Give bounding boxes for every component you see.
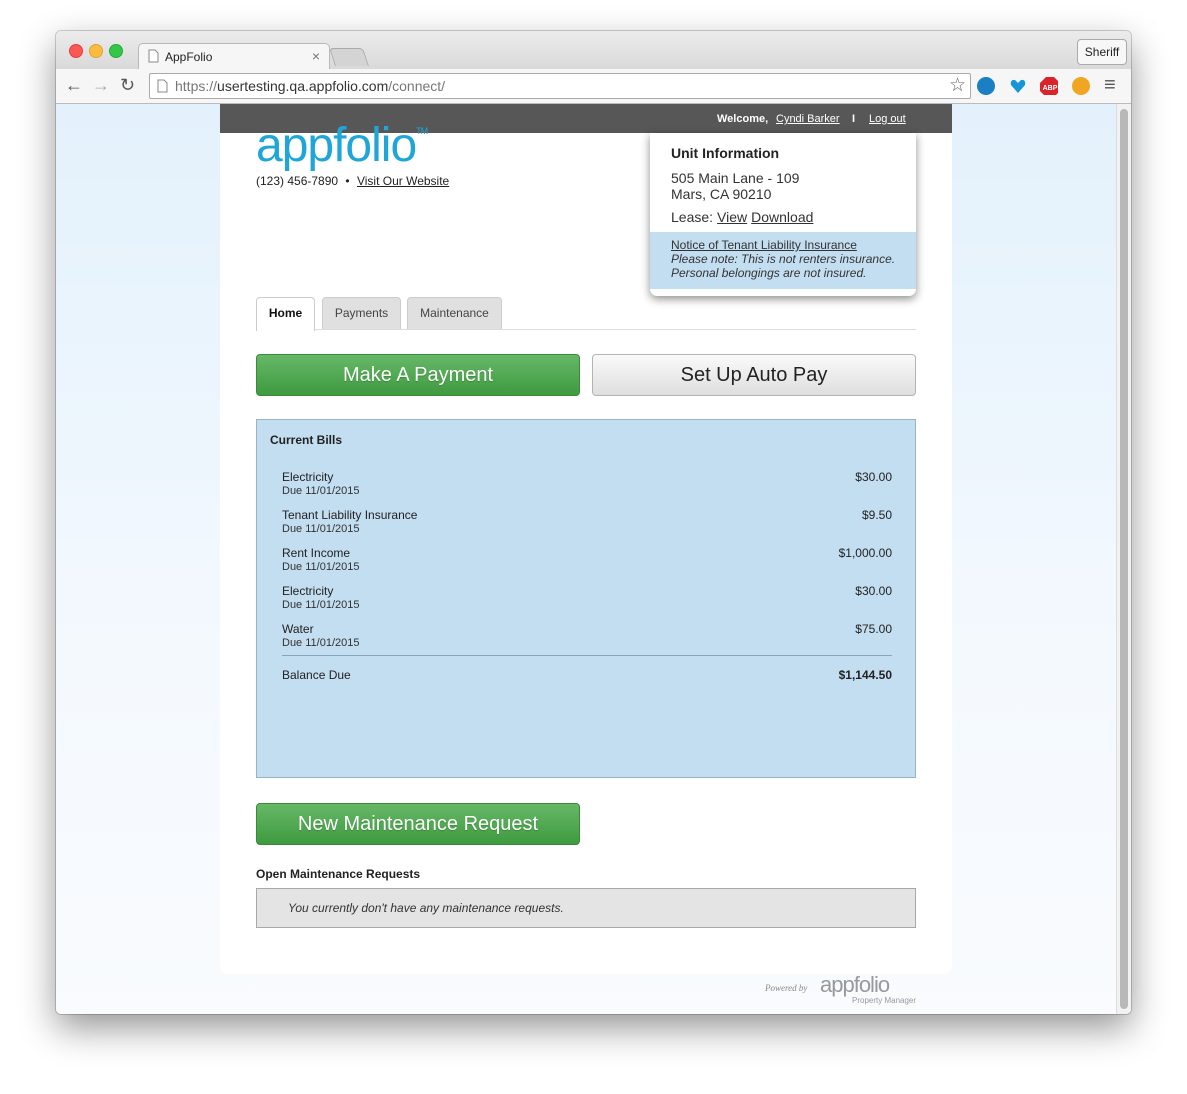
portal-tabs: Home Payments Maintenance [256,297,916,331]
address-line-2: Mars, CA 90210 [671,186,772,202]
bills-divider [282,655,892,656]
tab-close-icon[interactable]: × [312,48,320,64]
extension-face-icon[interactable] [1072,77,1090,95]
bill-amount: $30.00 [855,470,892,484]
current-bills-panel: Current Bills Electricity Due 11/01/2015… [256,419,916,778]
browser-tab[interactable]: AppFolio × [138,43,330,70]
user-name-link[interactable]: Cyndi Barker [776,113,840,125]
url-text: https://usertesting.qa.appfolio.com/conn… [175,78,446,94]
close-window-button[interactable] [69,44,83,58]
current-bills-heading: Current Bills [270,433,343,447]
address-line-1: 505 Main Lane - 109 [671,170,800,186]
open-requests-heading: Open Maintenance Requests [256,867,421,881]
bill-amount: $75.00 [855,622,892,636]
bill-amount: $30.00 [855,584,892,598]
bill-name: Tenant Liability Insurance [282,508,418,522]
page-viewport: Welcome, Cyndi Barker I Log out appfolio… [56,104,1131,1014]
bill-due-date: Due 11/01/2015 [282,523,360,535]
bookmark-star-icon[interactable]: ☆ [949,74,966,97]
bill-due-date: Due 11/01/2015 [282,637,360,649]
vertical-scrollbar[interactable] [1116,104,1131,1014]
page-icon [157,79,168,93]
auto-pay-button[interactable]: Set Up Auto Pay [592,354,916,396]
tab-home[interactable]: Home [256,297,315,331]
lease-download-link[interactable]: Download [751,209,813,225]
bill-name: Rent Income [282,546,351,560]
bill-amount: $9.50 [861,508,892,522]
bill-name: Electricity [282,470,334,484]
lease-label: Lease: [671,209,714,225]
profile-button[interactable]: Sheriff [1077,39,1127,65]
bill-row: Electricity Due 11/01/2015 $30.00 [282,584,892,618]
svg-text:ABP: ABP [1043,85,1058,92]
bill-row: Electricity Due 11/01/2015 $30.00 [282,470,892,504]
balance-due-amount: $1,144.50 [838,668,892,682]
bill-name: Water [282,622,314,636]
insurance-note-2: Personal belongings are not insured. [671,266,867,280]
footer-logo: appfolio [820,972,890,997]
unit-info-heading: Unit Information [671,145,780,161]
address-bar[interactable]: https://usertesting.qa.appfolio.com/conn… [149,73,971,99]
bill-row: Rent Income Due 11/01/2015 $1,000.00 [282,546,892,580]
bill-name: Electricity [282,584,334,598]
page-icon [148,49,159,63]
new-tab-button[interactable] [329,48,369,66]
bill-due-date: Due 11/01/2015 [282,599,360,611]
title-bar: AppFolio × Sheriff [56,31,1131,70]
lease-row: Lease: View Download [671,209,813,225]
appfolio-logo: appfolioTM [256,119,428,172]
bullet: • [345,174,350,188]
portal-page: Welcome, Cyndi Barker I Log out appfolio… [220,104,952,974]
bill-due-date: Due 11/01/2015 [282,485,360,497]
maximize-window-button[interactable] [109,44,123,58]
logout-link[interactable]: Log out [869,113,906,125]
bill-row: Tenant Liability Insurance Due 11/01/201… [282,508,892,542]
make-payment-button[interactable]: Make A Payment [256,354,580,396]
maintenance-empty-state: You currently don't have any maintenance… [256,888,916,928]
extension-circle-icon[interactable] [977,77,995,95]
insurance-note-1: Please note: This is not renters insuran… [671,252,896,266]
unit-information-card: Unit Information 505 Main Lane - 109 Mar… [650,133,916,296]
contact-line: (123) 456-7890 • Visit Our Website [256,174,449,188]
adblock-icon[interactable]: ABP [1040,77,1058,95]
forward-icon[interactable]: → [92,75,110,95]
insurance-notice-link[interactable]: Notice of Tenant Liability Insurance [671,238,857,252]
phone-number: (123) 456-7890 [256,174,339,188]
bill-amount: $1,000.00 [838,546,892,560]
extension-heart-icon[interactable] [1009,77,1027,95]
browser-toolbar: ← → ↻ https://usertesting.qa.appfolio.co… [56,69,1131,104]
powered-by-text: Powered by [765,983,808,993]
bill-due-date: Due 11/01/2015 [282,561,360,573]
welcome-text: Welcome, [717,113,769,125]
empty-message: You currently don't have any maintenance… [288,901,564,915]
insurance-notice: Notice of Tenant Liability Insurance Ple… [650,232,916,289]
tab-maintenance[interactable]: Maintenance [407,297,502,329]
back-icon[interactable]: ← [65,75,83,95]
browser-window: AppFolio × Sheriff ← → ↻ https://usertes… [56,31,1131,1014]
footer-logo-subtitle: Property Manager [852,996,917,1005]
new-maintenance-request-button[interactable]: New Maintenance Request [256,803,580,845]
reload-icon[interactable]: ↻ [120,75,135,95]
lease-view-link[interactable]: View [717,209,747,225]
visit-website-link[interactable]: Visit Our Website [357,174,449,188]
bill-row: Water Due 11/01/2015 $75.00 [282,622,892,656]
separator: I [852,113,856,125]
scrollbar-thumb[interactable] [1120,109,1128,1009]
balance-due-label: Balance Due [282,668,351,682]
tab-title: AppFolio [165,50,213,64]
minimize-window-button[interactable] [89,44,103,58]
tab-payments[interactable]: Payments [322,297,401,329]
menu-icon[interactable]: ≡ [1104,75,1116,95]
